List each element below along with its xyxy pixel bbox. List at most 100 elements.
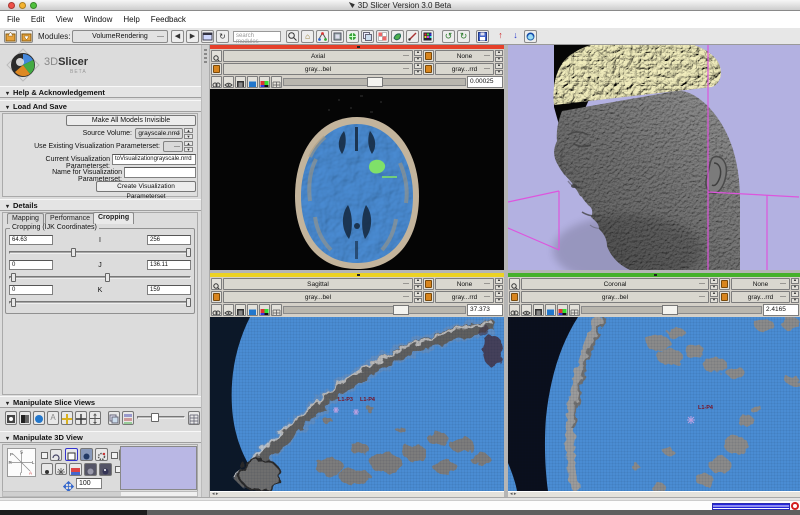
view3d-checkbox-2[interactable] (111, 452, 118, 459)
crop-k-slider[interactable] (9, 298, 191, 307)
sagittal-layers-icon[interactable] (235, 304, 246, 316)
orientation-axes-widget[interactable]: SP LA IR (7, 448, 36, 477)
crop-j-max-input[interactable]: 136.11 (147, 260, 191, 270)
sagittal-visibility-eye-icon[interactable] (223, 304, 234, 316)
use-existing-spinner[interactable]: ▲▼ (184, 141, 193, 152)
coronal-orientation-spinner[interactable]: ▲▼ (710, 278, 718, 290)
coronal-slice-image[interactable]: L1-P4 (508, 317, 800, 491)
menu-feedback[interactable]: Feedback (151, 15, 186, 24)
axial-slice-image[interactable] (210, 89, 504, 270)
sagittal-bg-dropdown[interactable]: gray...rrd— (435, 291, 494, 303)
view3d-rock-icon[interactable] (50, 449, 62, 461)
coronal-visibility-eye-icon[interactable] (521, 304, 532, 316)
sagittal-link-icon[interactable] (211, 304, 222, 316)
volumes-module-icon[interactable] (331, 30, 344, 43)
coronal-labelmap-icon[interactable] (545, 304, 556, 316)
create-parameterset-button[interactable]: Create Visualization Parameterset (96, 181, 196, 192)
axial-fg-dropdown[interactable]: None— (435, 50, 494, 62)
axial-orientation-dropdown[interactable]: Axial— (223, 50, 413, 62)
coronal-orientation-dropdown[interactable]: Coronal— (521, 278, 709, 290)
axial-orientation-spinner[interactable]: ▲▼ (414, 50, 422, 62)
tab-mapping[interactable]: Mapping (7, 213, 44, 224)
menu-help[interactable]: Help (123, 15, 139, 24)
source-volume-dropdown[interactable]: grayscale.nrrd— (135, 128, 183, 139)
coronal-bg-dropdown[interactable]: gray...rrd— (731, 291, 790, 303)
name-parameterset-input[interactable] (124, 167, 196, 178)
section-manipulate-3d-view[interactable]: ▾Manipulate 3D View (0, 431, 201, 443)
sagittal-fg-spinner[interactable]: ▲▼ (495, 278, 503, 290)
sagittal-bg-visibility-icon[interactable] (423, 291, 434, 303)
axial-bg-visibility-icon[interactable] (423, 63, 434, 75)
crop-i-max-input[interactable]: 256 (147, 235, 191, 245)
coronal-colors-icon[interactable] (557, 304, 568, 316)
sagittal-slice-value[interactable]: 37.373 (467, 304, 503, 316)
view3d-snapshot-icon[interactable] (69, 463, 82, 476)
sagittal-menu-button[interactable] (211, 278, 222, 290)
coronal-labelmap-spinner[interactable]: ▲▼ (710, 291, 718, 303)
coronal-bg-visibility-icon[interactable] (719, 291, 730, 303)
fiducial-down-icon[interactable]: ↓ (509, 30, 522, 43)
coronal-menu-button[interactable] (509, 278, 520, 290)
fit-slices-icon[interactable] (89, 411, 101, 425)
sagittal-color-bar[interactable] (210, 273, 504, 277)
source-volume-spinner[interactable]: ▲▼ (184, 128, 193, 139)
axial-link-icon[interactable] (211, 76, 222, 88)
coronal-fg-dropdown[interactable]: None— (731, 278, 790, 290)
view3d-box-icon[interactable] (65, 448, 78, 461)
axial-grid-icon[interactable] (271, 76, 282, 88)
modules-dropdown[interactable]: VolumeRendering— (72, 30, 168, 43)
slice-opacity-slider[interactable] (137, 413, 185, 422)
crop-i-slider[interactable] (9, 248, 191, 257)
view3d-center-icon[interactable] (41, 463, 53, 475)
sync-icon[interactable] (524, 30, 537, 43)
sagittal-fg-dropdown[interactable]: None— (435, 278, 494, 290)
axial-slice-value[interactable]: 0.00025 (467, 76, 503, 88)
modules-history-icon[interactable] (201, 30, 214, 43)
sagittal-label-visibility-icon[interactable] (211, 291, 222, 303)
menu-file[interactable]: File (7, 15, 20, 24)
window-titlebar[interactable]: 3D Slicer Version 3.0 Beta (0, 0, 800, 11)
axial-bg-spinner[interactable]: ▲▼ (495, 63, 503, 75)
modules-forward-icon[interactable]: ▶ (186, 30, 199, 43)
crosshair-icon[interactable] (75, 411, 87, 425)
slices-annotation-icon[interactable]: A (47, 411, 59, 425)
coronal-grid-icon[interactable] (569, 304, 580, 316)
crop-j-min-input[interactable]: 0 (9, 260, 53, 270)
save-scene-icon[interactable] (20, 30, 33, 43)
sagittal-colors-icon[interactable] (259, 304, 270, 316)
colors-module-icon[interactable] (421, 30, 434, 43)
slice-layers-icon[interactable] (122, 411, 134, 425)
axial-color-bar[interactable] (210, 45, 504, 49)
coronal-slice-slider[interactable] (581, 304, 762, 316)
slices-label-opacity-icon[interactable] (33, 411, 45, 425)
axial-visibility-eye-icon[interactable] (223, 76, 234, 88)
measure-module-icon[interactable] (406, 30, 419, 43)
sagittal-labelmap-spinner[interactable]: ▲▼ (414, 291, 422, 303)
axial-menu-button[interactable] (211, 50, 222, 62)
menu-edit[interactable]: Edit (31, 15, 45, 24)
section-manipulate-slice-views[interactable]: ▾Manipulate Slice Views (0, 396, 201, 408)
view3d-axes-icon[interactable] (55, 463, 67, 475)
menu-view[interactable]: View (56, 15, 73, 24)
sagittal-orientation-dropdown[interactable]: Sagittal— (223, 278, 413, 290)
crop-k-max-input[interactable]: 159 (147, 285, 191, 295)
sagittal-orientation-spinner[interactable]: ▲▼ (414, 278, 422, 290)
view3d-checkbox-1[interactable] (41, 452, 48, 459)
coronal-slice-value[interactable]: 2.4165 (763, 304, 799, 316)
save-icon[interactable] (476, 30, 489, 43)
tab-cropping[interactable]: Cropping (93, 212, 134, 224)
menu-window[interactable]: Window (84, 15, 112, 24)
axial-label-visibility-icon[interactable] (211, 63, 222, 75)
redo-icon[interactable]: ↻ (457, 30, 470, 43)
scene-snapshot-icon[interactable] (361, 30, 374, 43)
screenshot-icon[interactable] (108, 411, 120, 425)
load-scene-icon[interactable] (4, 30, 17, 43)
crop-k-min-input[interactable]: 0 (9, 285, 53, 295)
make-all-models-invisible-button[interactable]: Make All Models Invisible (66, 115, 196, 126)
view3d-look-icon[interactable] (99, 463, 112, 476)
use-existing-dropdown[interactable]: — (163, 141, 183, 152)
coronal-layers-icon[interactable] (533, 304, 544, 316)
slices-fade-icon[interactable] (19, 411, 31, 425)
section-help-acknowledgement[interactable]: ▾Help & Acknowledgement (0, 86, 201, 98)
modules-back-icon[interactable]: ◀ (171, 30, 184, 43)
